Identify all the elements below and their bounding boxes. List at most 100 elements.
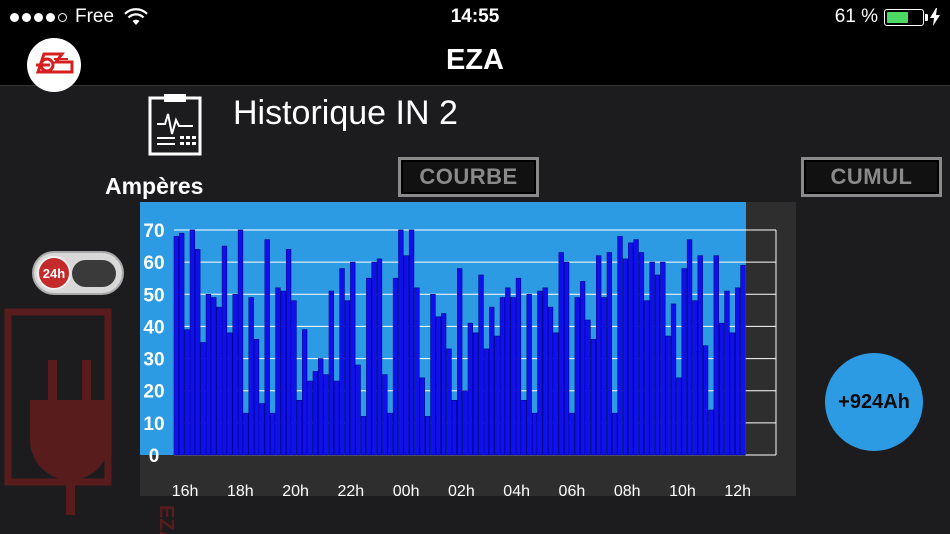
chart-bar <box>227 332 233 456</box>
chart-bar <box>660 261 666 456</box>
y-tick-label: 20 <box>143 382 164 403</box>
unit-label: Ampères <box>105 173 204 199</box>
chart-bar <box>382 374 388 456</box>
chart-bar <box>237 229 244 456</box>
chart-bar <box>232 293 238 456</box>
chart-bar <box>205 293 212 456</box>
chart-bar <box>708 409 714 456</box>
battery-fill <box>887 11 908 23</box>
chart-bar <box>424 416 431 456</box>
chart-bar <box>718 322 725 456</box>
chart-bar <box>403 255 409 456</box>
toggle-knob[interactable]: 24h <box>37 256 71 290</box>
chart-bar <box>633 239 639 456</box>
x-tick-label: 16h <box>172 483 199 496</box>
chart-bar <box>574 297 580 456</box>
chart-bar <box>302 329 308 456</box>
chart-bar <box>334 380 340 456</box>
chart-bar <box>430 293 436 456</box>
courbe-button[interactable]: COURBE <box>398 157 539 197</box>
chart-bar <box>670 303 677 456</box>
period-24h-toggle[interactable]: 24h <box>32 251 124 295</box>
x-tick-label: 04h <box>503 483 530 496</box>
chart-bar <box>510 297 516 456</box>
x-tick-label: 12h <box>724 483 751 496</box>
chart-bar <box>702 345 709 456</box>
chart-bar <box>344 300 351 456</box>
chart-bar <box>628 242 634 456</box>
chart-bar <box>275 287 281 456</box>
cumul-button[interactable]: CUMUL <box>801 157 942 197</box>
toggle-track <box>72 260 116 287</box>
chart-bar <box>253 338 260 456</box>
nav-bar: EZA <box>0 34 950 92</box>
chart-bar <box>211 297 217 456</box>
chart-bar <box>179 232 185 456</box>
chart-bar <box>681 268 687 456</box>
chart-bar <box>291 300 297 456</box>
chart-bar <box>531 412 538 456</box>
chart-bar <box>558 252 564 456</box>
chart-bar <box>221 245 228 456</box>
chart-bar <box>414 287 420 456</box>
chart-bar <box>526 293 532 456</box>
chart-bar <box>371 261 377 456</box>
chart-bar <box>184 329 190 456</box>
chart-bar <box>350 261 356 456</box>
chart-bar <box>676 377 682 456</box>
chart-bar <box>189 229 196 456</box>
y-tick-label: 10 <box>143 414 164 435</box>
chart-bar <box>376 258 383 456</box>
chart-bar <box>606 252 613 456</box>
chart-bar <box>505 287 511 456</box>
chart-bar <box>596 255 602 456</box>
battery-icon <box>884 8 928 26</box>
chart-bar <box>622 258 629 456</box>
chart-bar <box>462 390 468 456</box>
chart-bar <box>419 377 425 456</box>
chart-bar <box>542 287 548 456</box>
chart-bar <box>590 338 596 456</box>
x-tick-label: 08h <box>614 483 641 496</box>
x-tick-label: 18h <box>227 483 254 496</box>
chart-bar <box>280 290 286 456</box>
total-ah-value: +924Ah <box>838 390 910 413</box>
app-screen: Free 14:55 61 % EZA EZA Historique IN 2 … <box>0 0 950 534</box>
chart-bar <box>483 348 490 456</box>
watermark-label: EZA <box>155 505 177 534</box>
total-ah-badge[interactable]: +924Ah <box>825 353 923 451</box>
chart-bar <box>339 268 345 456</box>
chart-bar <box>735 287 741 456</box>
chart-bar <box>489 306 495 456</box>
history-chart: 0 10 20 30 40 50 60 70 16h 18h 20h 22h 00h 02h 04h 06h 0… <box>140 202 796 496</box>
chart-bar <box>478 274 484 456</box>
x-tick-label: 20h <box>282 483 309 496</box>
chart-bar <box>724 290 730 456</box>
chart-bar <box>740 265 746 456</box>
chart-bar <box>446 348 452 456</box>
x-tick-label: 06h <box>559 483 586 496</box>
chart-bar <box>318 358 324 456</box>
status-time: 14:55 <box>450 6 500 27</box>
y-tick-label: 40 <box>143 317 164 338</box>
chart-bar <box>665 335 671 456</box>
chart-bar <box>729 332 735 456</box>
chart-bar <box>243 412 249 456</box>
chart-bar <box>248 297 254 456</box>
y-tick-label: 70 <box>143 221 164 242</box>
chart-bar <box>398 229 404 456</box>
chart-bar <box>195 248 201 456</box>
chart-bar <box>435 316 441 456</box>
battery-percent: 61 % <box>834 6 878 27</box>
y-tick-label: 50 <box>143 285 164 306</box>
chart-bar <box>654 274 661 456</box>
chart-bar <box>312 371 318 456</box>
chart-bar <box>457 268 463 456</box>
chart-bar <box>467 322 474 456</box>
chart-bar <box>499 297 506 456</box>
history-chart-svg: 0 10 20 30 40 50 60 70 16h 18h 20h 22h 00h 02h 04h 06h 0… <box>140 202 796 496</box>
chart-bar <box>494 335 500 456</box>
y-tick-label: 0 <box>149 446 160 467</box>
chart-bar <box>649 261 655 456</box>
y-tick-label: 30 <box>143 350 164 371</box>
